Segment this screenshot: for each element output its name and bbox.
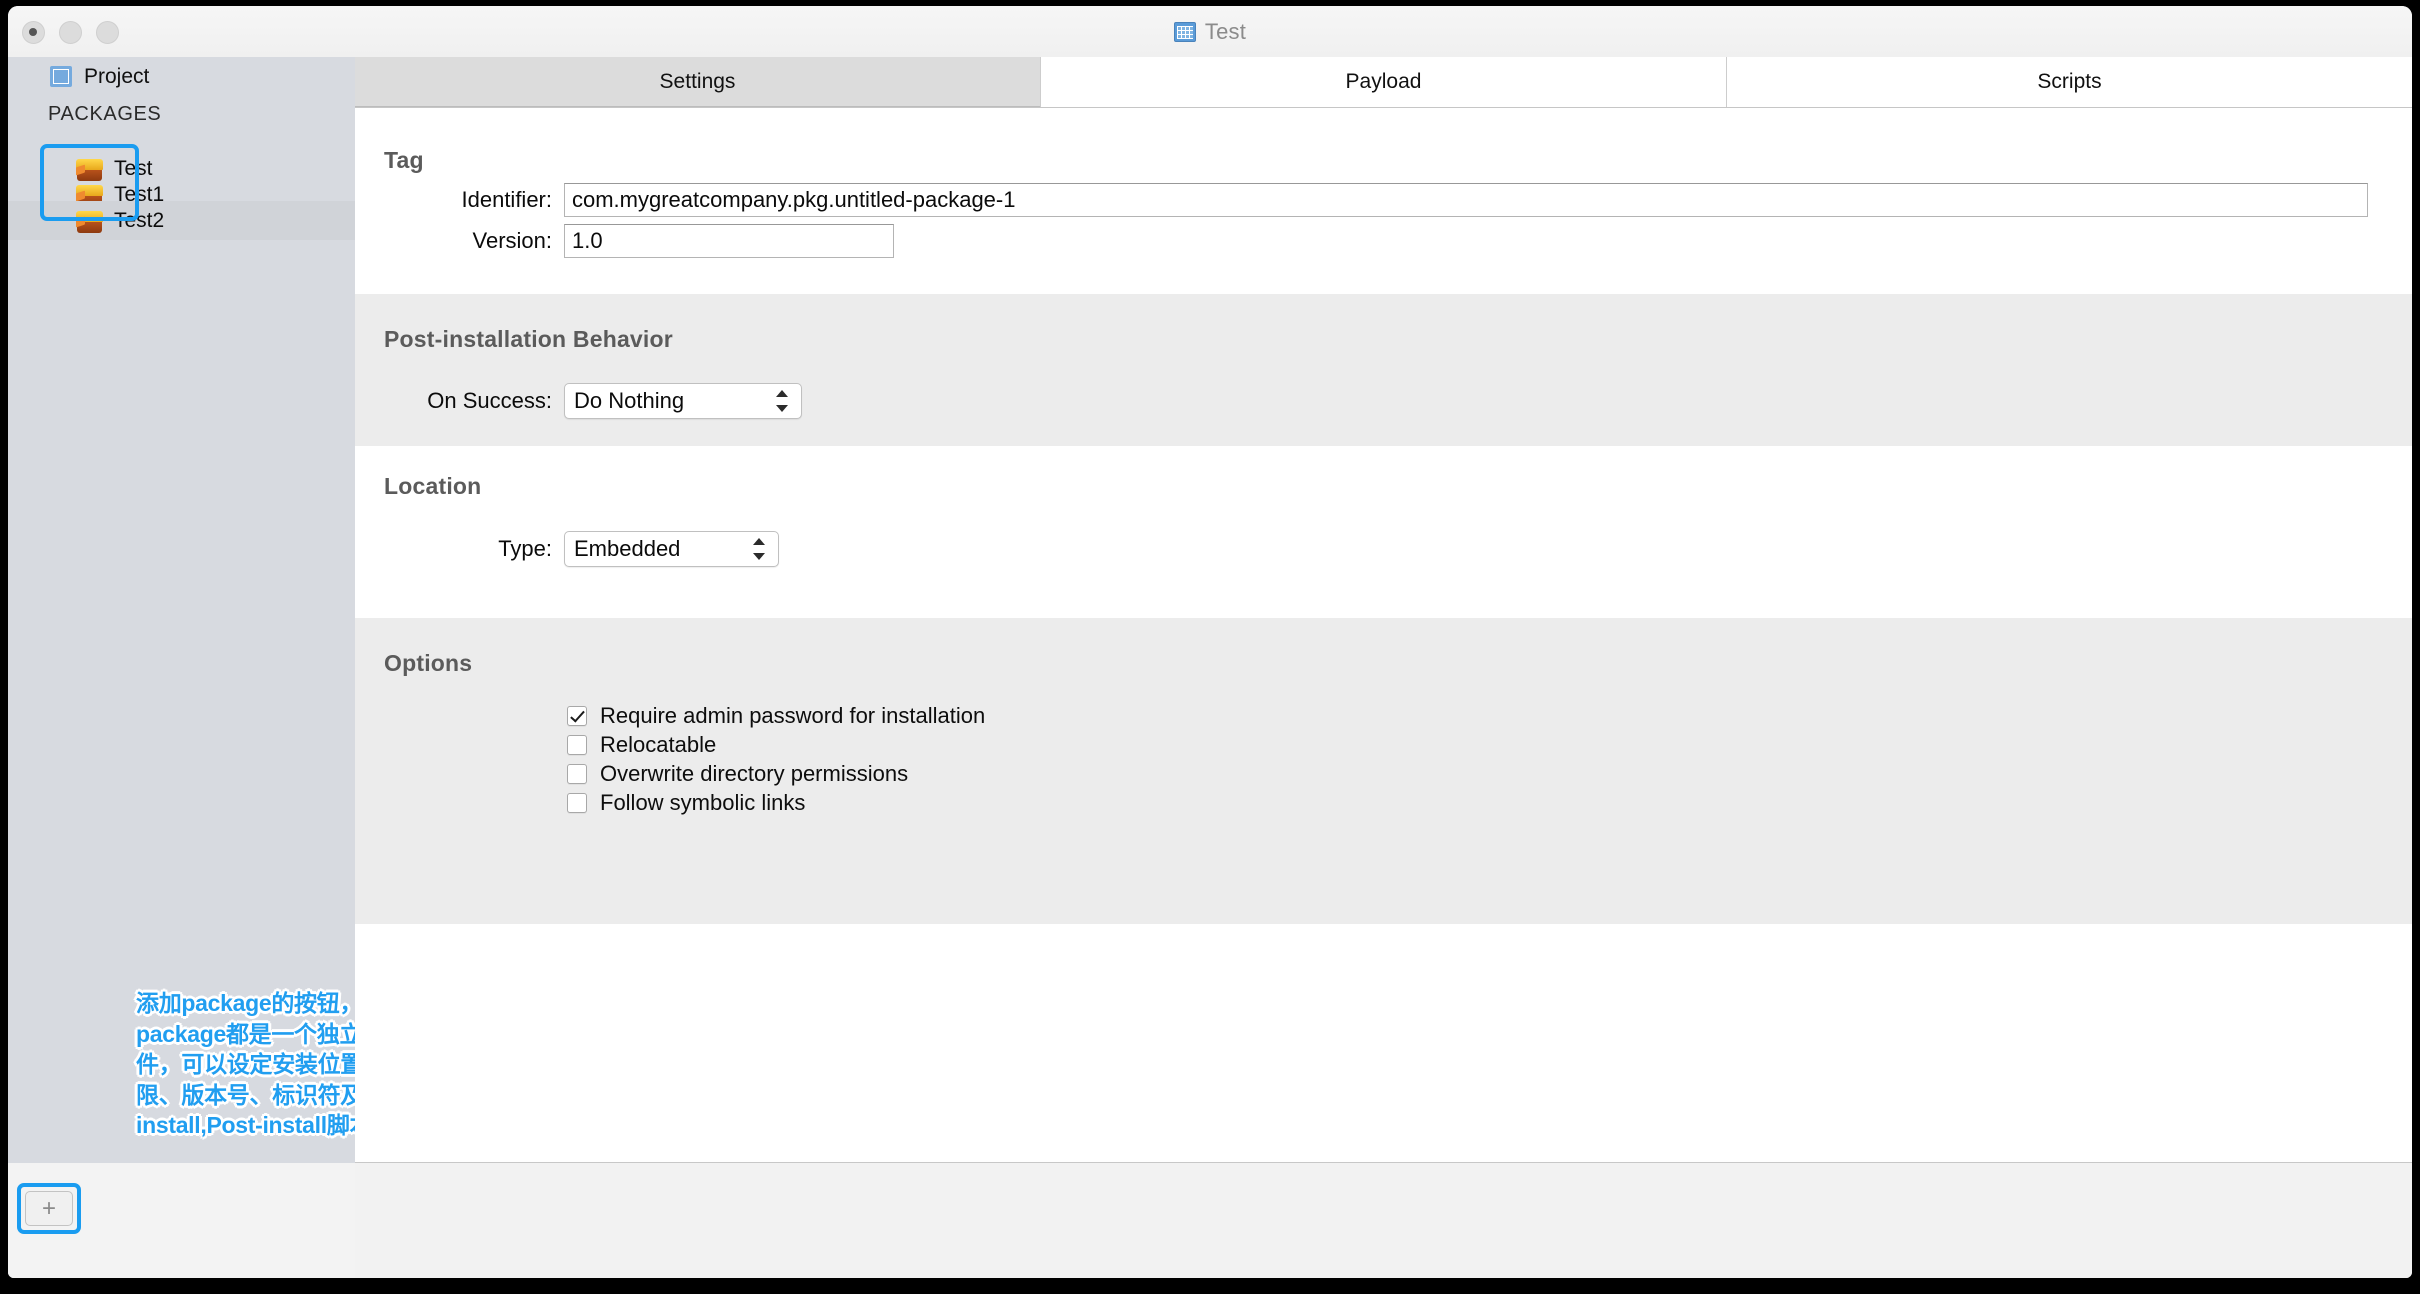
sidebar-item-label-project: Project: [84, 64, 150, 88]
section-title-options: Options: [384, 650, 473, 676]
field-on-success: On Success: Do Nothing: [355, 383, 802, 419]
field-identifier: Identifier:: [355, 183, 2368, 217]
maximize-window-button[interactable]: [96, 21, 119, 44]
label-on-success: On Success:: [427, 388, 552, 413]
checkbox-require-admin-password[interactable]: [567, 706, 587, 726]
option-relocatable[interactable]: Relocatable: [567, 732, 716, 758]
sidebar-section-header-packages: PACKAGES: [48, 103, 162, 125]
close-window-button[interactable]: [22, 21, 45, 44]
tab-payload[interactable]: Payload: [1041, 57, 1727, 107]
option-overwrite-directory-permissions[interactable]: Overwrite directory permissions: [567, 761, 908, 787]
tab-settings[interactable]: Settings: [355, 57, 1041, 107]
sidebar: Project PACKAGES Test Test1 Test2 +: [8, 57, 355, 1278]
option-follow-symbolic-links[interactable]: Follow symbolic links: [567, 790, 805, 816]
tab-scripts[interactable]: Scripts: [1727, 57, 2412, 107]
on-success-select[interactable]: Do Nothing: [564, 383, 802, 419]
section-post-installation-behavior: Post-installation Behavior On Success: D…: [355, 294, 2412, 446]
version-input[interactable]: [564, 224, 894, 258]
label-type: Type:: [498, 536, 552, 561]
section-location: Location Type: Embedded: [355, 446, 2412, 618]
section-title-location: Location: [384, 473, 482, 499]
sidebar-item-label-test2: Test2: [114, 208, 165, 232]
checkbox-overwrite-directory-permissions[interactable]: [567, 764, 587, 784]
window-footer: [355, 1162, 2412, 1278]
document-icon: [1173, 21, 1196, 42]
label-identifier: Identifier:: [461, 187, 553, 212]
section-title-post-installation: Post-installation Behavior: [384, 326, 673, 352]
sidebar-item-project[interactable]: Project: [8, 57, 355, 96]
settings-pane: Tag Identifier: Version: Post-installati…: [355, 108, 2412, 1162]
option-label-require-admin-password: Require admin password for installation: [600, 703, 986, 728]
window-title: Test: [1204, 18, 1247, 44]
field-version: Version:: [355, 224, 894, 258]
checkbox-relocatable[interactable]: [567, 735, 587, 755]
option-label-follow-symbolic-links: Follow symbolic links: [600, 790, 806, 815]
app-window: Test Project PACKAGES Test Test1 Test2 +…: [8, 6, 2412, 1278]
window-title-group: Test: [8, 6, 2412, 57]
on-success-value: Do Nothing: [574, 388, 685, 413]
tab-bar: Settings Payload Scripts: [355, 57, 2412, 108]
section-tag: Tag Identifier: Version:: [355, 108, 2412, 294]
section-options: Options Require admin password for insta…: [355, 618, 2412, 924]
package-icon: [76, 208, 103, 233]
chevron-updown-icon: [775, 390, 788, 412]
checkbox-follow-symbolic-links[interactable]: [567, 793, 587, 813]
minimize-window-button[interactable]: [59, 21, 82, 44]
field-type: Type: Embedded: [355, 531, 779, 567]
location-type-select[interactable]: Embedded: [564, 531, 779, 567]
option-require-admin-password[interactable]: Require admin password for installation: [567, 703, 985, 729]
add-package-button[interactable]: +: [25, 1191, 73, 1226]
location-type-value: Embedded: [574, 536, 681, 561]
chevron-updown-icon: [752, 538, 765, 560]
sidebar-item-test2[interactable]: Test2: [8, 201, 355, 240]
section-title-tag: Tag: [384, 147, 424, 173]
option-label-relocatable: Relocatable: [600, 732, 717, 757]
project-icon: [50, 66, 72, 87]
identifier-input[interactable]: [564, 183, 2368, 217]
title-bar: Test: [8, 6, 2412, 58]
label-version: Version:: [472, 228, 553, 253]
option-label-overwrite-directory-permissions: Overwrite directory permissions: [600, 761, 909, 786]
